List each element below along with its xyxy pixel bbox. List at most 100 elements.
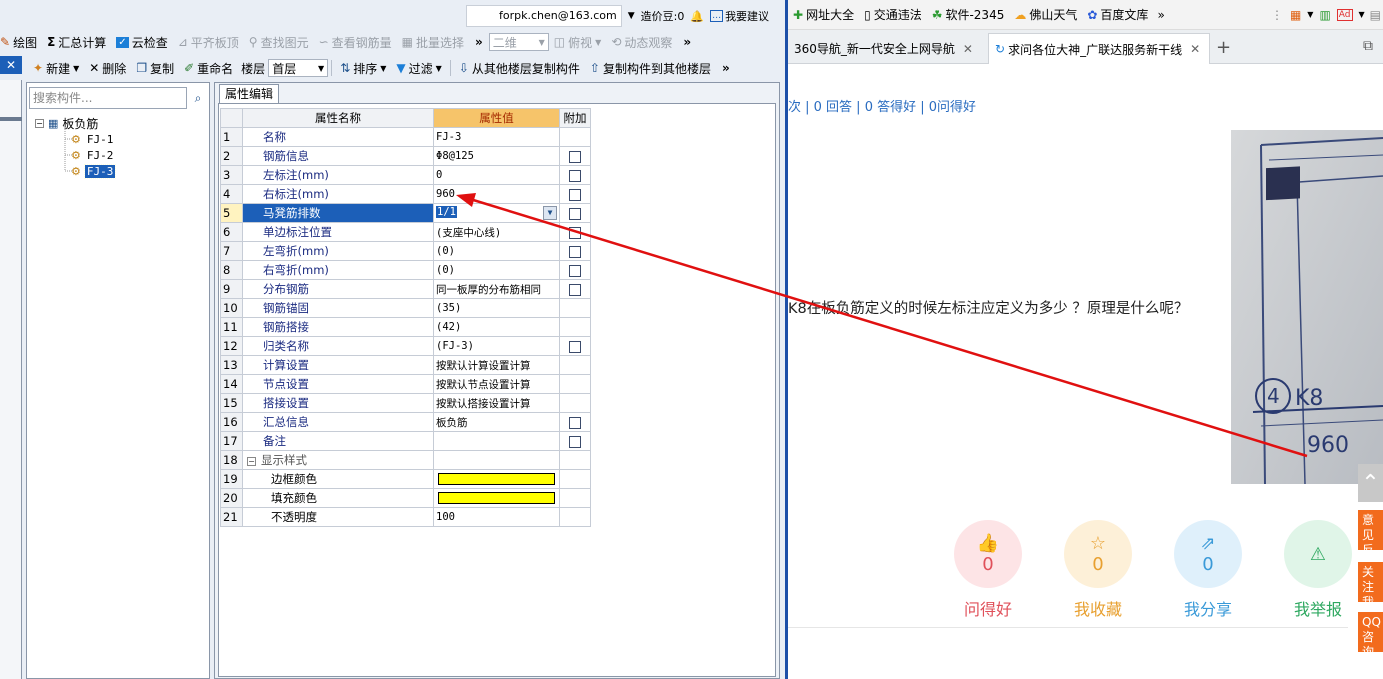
property-row[interactable]: 16 汇总信息 板负筋	[220, 412, 591, 432]
bookmark-item[interactable]: ▯ 交通违法	[859, 6, 927, 23]
property-row[interactable]: 5 马凳筋排数 1/1 ▼	[220, 203, 591, 223]
attach-checkbox[interactable]	[569, 283, 581, 296]
property-row[interactable]: 7 左弯折(mm) (0)	[220, 241, 591, 261]
property-value[interactable]: 同一板厚的分布筋相同	[433, 279, 560, 299]
color-swatch[interactable]	[438, 473, 555, 485]
flat-slab-button[interactable]: ⊿ 平齐板顶	[173, 31, 244, 53]
menu-dots-icon[interactable]: ⋮	[1267, 8, 1287, 22]
attach-checkbox[interactable]	[569, 416, 581, 429]
attach-checkbox[interactable]	[569, 264, 581, 277]
close-tab-icon[interactable]: ✕	[963, 42, 973, 56]
drawing-photo[interactable]: 4 K8 960	[1231, 130, 1383, 484]
bookmark-item[interactable]: ☁ 佛山天气	[1009, 6, 1082, 23]
view-angle-button[interactable]: ◫ 俯视 ▼	[549, 31, 607, 53]
property-value[interactable]: 960	[433, 184, 560, 204]
apps-icon[interactable]: ▦	[1287, 8, 1304, 22]
attach-checkbox[interactable]	[569, 435, 581, 448]
report-button[interactable]: ⚠ 我举报	[1263, 520, 1373, 620]
property-value[interactable]	[433, 450, 560, 470]
bookmarks-overflow-icon[interactable]: »	[1153, 8, 1168, 22]
toolbar-overflow-icon[interactable]: »	[677, 35, 697, 49]
property-value[interactable]: (0)	[433, 241, 560, 261]
property-row[interactable]: 19 边框颜色	[220, 469, 591, 489]
collapse-icon[interactable]: −	[247, 457, 256, 466]
batch-select-button[interactable]: ▦ 批量选择	[397, 31, 469, 53]
chevron-down-icon[interactable]: ▼	[1304, 10, 1316, 19]
property-value[interactable]: 按默认搭接设置计算	[433, 393, 560, 413]
search-icon[interactable]: ⌕	[189, 88, 207, 108]
property-row[interactable]: 9 分布钢筋 同一板厚的分布筋相同	[220, 279, 591, 299]
browser-tab-active[interactable]: ↻ 求问各位大神_广联达服务新干线 ✕	[988, 33, 1210, 64]
property-row[interactable]: 6 单边标注位置 (支座中心线)	[220, 222, 591, 242]
cloud-check-button[interactable]: ✓ 云检查	[111, 31, 172, 53]
property-row[interactable]: 11 钢筋搭接 (42)	[220, 317, 591, 337]
collapse-icon[interactable]: −	[35, 118, 44, 128]
like-button[interactable]: 👍 0 问得好	[933, 520, 1043, 620]
attach-checkbox[interactable]	[569, 245, 581, 258]
attach-checkbox[interactable]	[569, 340, 581, 353]
chevron-down-icon[interactable]: ▼	[543, 206, 557, 220]
browser-tab[interactable]: 360导航_新一代安全上网导航 ✕	[788, 33, 986, 64]
side-follow-button[interactable]: 关注我们	[1358, 562, 1383, 602]
property-value[interactable]	[433, 431, 560, 451]
side-feedback-button[interactable]: 意见反馈	[1358, 510, 1383, 550]
rename-button[interactable]: ✐ 重命名	[179, 57, 238, 79]
toolbar-overflow-icon[interactable]: »	[469, 35, 489, 49]
share-button[interactable]: ⇗ 0 我分享	[1153, 520, 1263, 620]
tree-item[interactable]: ⚙ FJ-1	[71, 131, 115, 147]
property-row[interactable]: 14 节点设置 按默认节点设置计算	[220, 374, 591, 394]
property-row[interactable]: 4 右标注(mm) 960	[220, 184, 591, 204]
attach-checkbox[interactable]	[569, 226, 581, 239]
dynamic-view-button[interactable]: ⟲ 动态观察	[606, 31, 677, 53]
dropdown-arrow-icon[interactable]: ▼	[628, 11, 635, 21]
summary-button[interactable]: Σ 汇总计算	[42, 31, 111, 53]
property-value[interactable]: 按默认节点设置计算	[433, 374, 560, 394]
close-icon[interactable]: ✕	[0, 56, 22, 74]
property-row[interactable]: 3 左标注(mm) 0	[220, 165, 591, 185]
property-value[interactable]: Φ8@125	[433, 146, 560, 166]
property-row[interactable]: 13 计算设置 按默认计算设置计算	[220, 355, 591, 375]
property-row[interactable]: 10 钢筋锚固 (35)	[220, 298, 591, 318]
property-row[interactable]: 2 钢筋信息 Φ8@125	[220, 146, 591, 166]
property-value-editor[interactable]: 1/1	[436, 206, 457, 218]
view-rebar-button[interactable]: ∽ 查看钢筋量	[314, 31, 397, 53]
bookmark-item[interactable]: ✿ 百度文库	[1082, 6, 1153, 23]
chevron-down-icon[interactable]: ▼	[1356, 10, 1368, 19]
property-row[interactable]: 8 右弯折(mm) (0)	[220, 260, 591, 280]
reader-icon[interactable]: ▥	[1316, 8, 1333, 22]
account-email[interactable]: forpk.chen@163.com	[466, 5, 622, 27]
draw-button[interactable]: ✎ 绘图	[0, 31, 42, 53]
extension-icon[interactable]: ▤	[1368, 8, 1383, 22]
find-element-button[interactable]: ⚲ 查找图元	[244, 31, 314, 53]
sort-button[interactable]: ⇅ 排序 ▼	[335, 57, 391, 79]
view-mode-select[interactable]: 二维 ▼	[488, 33, 549, 51]
property-value[interactable]: (0)	[433, 260, 560, 280]
property-value[interactable]: 1/1 ▼	[433, 203, 560, 223]
feedback-button[interactable]: … 我要建议	[710, 8, 769, 24]
property-value[interactable]	[433, 488, 560, 508]
property-value[interactable]: 按默认计算设置计算	[433, 355, 560, 375]
splitter-bar[interactable]	[0, 117, 22, 121]
property-value[interactable]	[433, 469, 560, 489]
property-value[interactable]: (42)	[433, 317, 560, 337]
copy-button[interactable]: ❐ 复制	[131, 57, 179, 79]
favorite-button[interactable]: ☆ 0 我收藏	[1043, 520, 1153, 620]
property-value[interactable]: FJ-3	[433, 127, 560, 147]
property-row[interactable]: 20 填充颜色	[220, 488, 591, 508]
filter-button[interactable]: ▼ 过滤 ▼	[391, 57, 446, 79]
color-swatch[interactable]	[438, 492, 555, 504]
property-value[interactable]: 100	[433, 507, 560, 527]
property-value[interactable]: (35)	[433, 298, 560, 318]
floor-select[interactable]: 首层 ▼	[268, 59, 329, 77]
bell-icon[interactable]: 🔔	[690, 10, 704, 23]
tree-item-selected[interactable]: ⚙ FJ-3	[71, 163, 117, 179]
copy-from-floor-button[interactable]: ⇩ 从其他楼层复制构件	[454, 57, 585, 79]
tab-property-edit[interactable]: 属性编辑	[219, 84, 280, 103]
attach-checkbox[interactable]	[569, 169, 581, 182]
adblock-icon[interactable]: Ad	[1336, 8, 1353, 21]
component-search-input[interactable]: 搜索构件...	[29, 87, 187, 109]
attach-checkbox[interactable]	[569, 188, 581, 201]
property-value[interactable]: 板负筋	[433, 412, 560, 432]
tab-list-icon[interactable]: ⧉	[1363, 38, 1373, 54]
toolbar-overflow-icon[interactable]: »	[716, 61, 736, 75]
